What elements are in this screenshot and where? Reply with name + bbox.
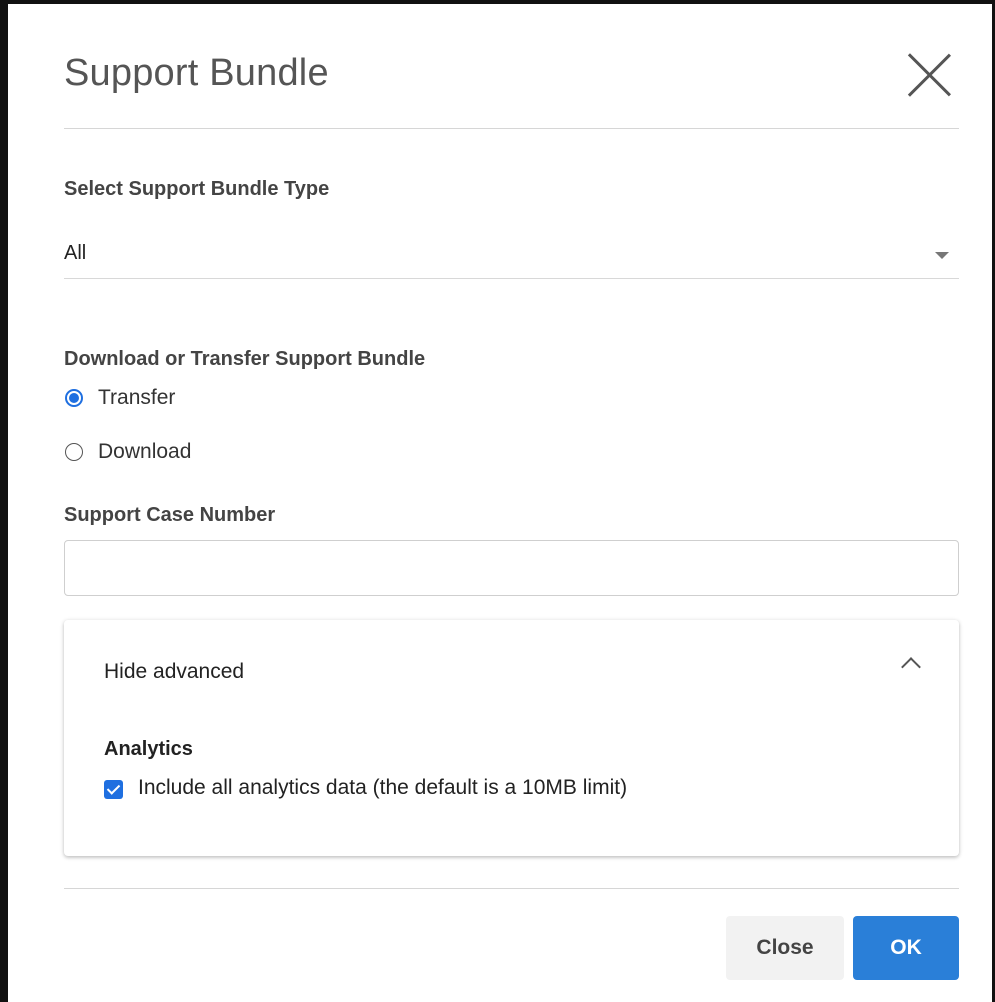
case-number-label: Support Case Number [64,504,276,526]
bundle-type-selected-value: All [64,242,87,264]
delivery-label: Download or Transfer Support Bundle [64,348,426,370]
analytics-checkbox[interactable] [104,780,123,799]
radio-transfer-label: Transfer [98,386,176,409]
analytics-checkbox-label: Include all analytics data (the default … [138,776,628,799]
footer-divider [64,888,959,889]
bundle-type-label: Select Support Bundle Type [64,178,330,200]
page: Support ...ate dialog appears. Support B… [0,0,995,1002]
case-number-input[interactable] [64,540,959,596]
dialog-title: Support Bundle [64,52,329,94]
advanced-toggle-label: Hide advanced [104,660,245,683]
analytics-heading: Analytics [104,738,193,760]
advanced-panel: Hide advanced Analytics Include all anal… [64,620,959,856]
radio-download-button[interactable] [65,443,83,461]
support-bundle-dialog: Support Bundle Select Support Bundle Typ… [8,4,992,1002]
chevron-up-icon [901,657,921,677]
ok-button[interactable]: OK [853,916,959,980]
close-button[interactable]: Close [726,916,844,980]
advanced-toggle[interactable]: Hide advanced [64,620,959,720]
caret-down-icon [935,252,949,259]
radio-download-label: Download [98,440,192,463]
bundle-type-select[interactable]: All [64,232,959,279]
header-divider [64,128,959,129]
close-x-icon[interactable] [904,50,956,102]
radio-transfer-button[interactable] [65,389,83,407]
